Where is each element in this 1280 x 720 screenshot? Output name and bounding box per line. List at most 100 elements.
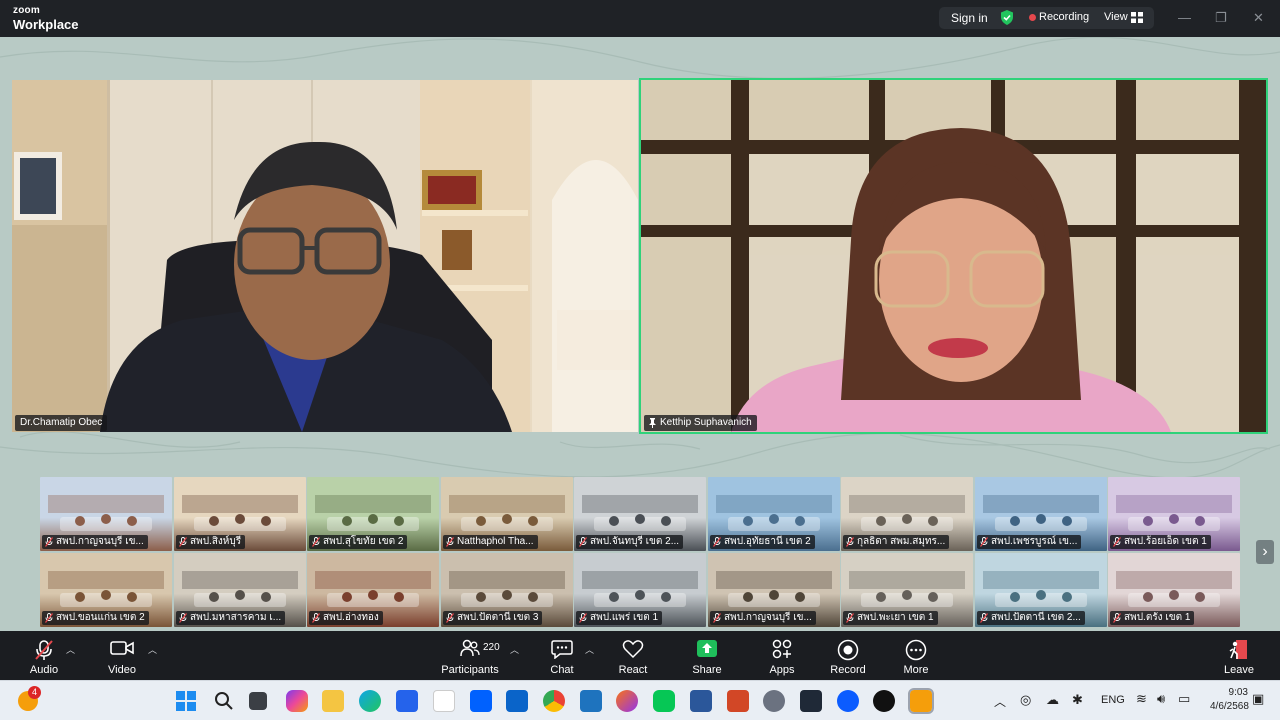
sign-in-button[interactable]: Sign in	[951, 11, 988, 25]
muted-microphone-icon	[1113, 613, 1121, 623]
gallery-video-tile[interactable]: สพป.อ่างทอง	[307, 553, 439, 627]
logo-line-zoom: zoom	[13, 5, 40, 16]
view-button[interactable]: View	[1104, 11, 1128, 23]
security-tray-icon[interactable]: ◎	[1020, 692, 1031, 708]
chat-options-caret-icon[interactable]: ︿	[585, 643, 594, 656]
edge-browser-icon[interactable]	[359, 690, 381, 712]
settings-gear-icon[interactable]	[763, 690, 785, 712]
muted-microphone-icon	[579, 613, 587, 623]
gallery-video-tile[interactable]: สพป.มหาสารคาม เ...	[174, 553, 306, 627]
task-view-icon[interactable]	[249, 692, 267, 710]
gallery-participant-name: สพป.อุทัยธานี เขต 2	[710, 535, 815, 549]
gallery-video-tile[interactable]: สพป.อุทัยธานี เขต 2	[708, 477, 840, 551]
muted-microphone-icon	[45, 537, 53, 547]
gallery-video-tile[interactable]: สพป.ปัตตานี เขต 3	[441, 553, 573, 627]
gallery-video-tile[interactable]: สพป.ตรัง เขต 1	[1108, 553, 1240, 627]
muted-microphone-icon	[446, 537, 454, 547]
encryption-shield-icon[interactable]	[1000, 10, 1014, 25]
zoom-taskbar-icon[interactable]	[837, 690, 859, 712]
gallery-name-text: สพป.พะเยา เขต 1	[857, 612, 934, 623]
gallery-video-tile[interactable]: สพป.ขอนแก่น เขต 2	[40, 553, 172, 627]
onedrive-cloud-icon[interactable]: ☁	[1046, 692, 1059, 708]
chrome-browser-icon[interactable]	[543, 690, 565, 712]
gallery-video-tile[interactable]: สพป.จันทบุรี เขต 2...	[574, 477, 706, 551]
gallery-name-text: สพป.จันทบุรี เขต 2...	[590, 536, 680, 547]
audio-button[interactable]: Audio	[22, 631, 66, 680]
gallery-video-tile[interactable]: สพป.เพชรบูรณ์ เข...	[975, 477, 1107, 551]
amazon-icon[interactable]	[433, 690, 455, 712]
participant-name-tag: Ketthip Suphavanich	[644, 415, 757, 431]
copilot-icon[interactable]	[286, 690, 308, 712]
muted-microphone-icon	[1113, 537, 1121, 547]
powerpoint-icon[interactable]	[727, 690, 749, 712]
muted-microphone-icon	[35, 640, 53, 660]
gallery-participant-name: สพป.ตรัง เขต 1	[1110, 611, 1195, 625]
gallery-video-tile[interactable]: สพป.สุโขทัย เขต 2	[307, 477, 439, 551]
maximize-button[interactable]: ❐	[1215, 10, 1227, 26]
recording-indicator[interactable]: Recording	[1039, 11, 1089, 23]
gallery-video-tile[interactable]: Natthaphol Tha...	[441, 477, 573, 551]
firefox-browser-icon[interactable]	[616, 690, 638, 712]
gallery-name-text: สพป.กาญจนบุรี เข...	[724, 612, 812, 623]
record-button[interactable]: Record	[826, 631, 870, 680]
gallery-video-tile[interactable]: สพป.พะเยา เขต 1	[841, 553, 973, 627]
participants-count: 220	[483, 642, 500, 653]
logo-line-workplace: Workplace	[13, 17, 79, 32]
gallery-video-tile[interactable]: สพป.ปัตตานี เขต 2...	[975, 553, 1107, 627]
show-hidden-icons-chevron-icon[interactable]: ︿	[994, 693, 1006, 710]
bluetooth-tray-icon[interactable]: ✱	[1072, 692, 1083, 708]
word-icon[interactable]	[690, 690, 712, 712]
gallery-video-tile[interactable]: กุลธิดา สพม.สมุทร...	[841, 477, 973, 551]
video-tile-host[interactable]: Dr.Chamatip Obec	[12, 80, 638, 432]
wifi-icon[interactable]: ≋	[1136, 691, 1147, 707]
apps-button[interactable]: Apps	[760, 631, 804, 680]
video-options-caret-icon[interactable]: ︿	[148, 643, 157, 656]
grid-view-icon[interactable]	[1131, 12, 1143, 23]
gallery-name-text: สพป.กาญจนบุรี เข...	[56, 536, 144, 547]
volume-speaker-icon[interactable]: 🔊︎	[1157, 691, 1165, 707]
video-button[interactable]: Video	[100, 631, 144, 680]
share-screen-icon	[697, 640, 717, 657]
battery-icon[interactable]: ▭	[1178, 691, 1190, 707]
gallery-video-tile[interactable]: สพป.แพร่ เขต 1	[574, 553, 706, 627]
file-explorer-icon[interactable]	[322, 690, 344, 712]
gallery-video-tile[interactable]: สพป.กาญจนบุรี เข...	[40, 477, 172, 551]
gallery-video-tile[interactable]: สพป.กาญจนบุรี เข...	[708, 553, 840, 627]
gallery-video-tile[interactable]: สพป.ร้อยเอ็ด เขต 1	[1108, 477, 1240, 551]
snipping-tool-icon[interactable]	[580, 690, 602, 712]
chat-button[interactable]: Chat	[540, 631, 584, 680]
participants-button[interactable]: Participants	[440, 631, 500, 680]
gallery-video-tile[interactable]: สพป.สิงห์บุรี	[174, 477, 306, 551]
gallery-participant-name: สพป.สุโขทัย เขต 2	[309, 535, 408, 549]
video-tile-active-speaker[interactable]: Ketthip Suphavanich	[639, 78, 1268, 434]
gallery-name-text: สพป.สิงห์บุรี	[190, 536, 242, 547]
participants-options-caret-icon[interactable]: ︿	[510, 643, 519, 656]
clock-date: 4/6/2568	[1210, 701, 1249, 712]
dropbox-icon[interactable]	[470, 690, 492, 712]
minimize-button[interactable]: —	[1178, 10, 1191, 25]
notifications-bell-icon[interactable]: ▣	[1252, 691, 1264, 707]
line-app-icon[interactable]	[653, 690, 675, 712]
gallery-participant-name: สพป.ปัตตานี เขต 2...	[977, 611, 1085, 625]
share-button[interactable]: Share	[685, 631, 729, 680]
windows-start-icon[interactable]	[176, 691, 196, 711]
title-bar: zoom Workplace Sign in Recording View — …	[0, 0, 1280, 37]
outlook-icon[interactable]	[506, 690, 528, 712]
more-button[interactable]: More	[894, 631, 938, 680]
windows-taskbar: 4 ︿ ◎ ☁ ✱ ENG ≋ 🔊︎ ▭ 9:03 4/6/2568 ▣	[0, 680, 1280, 720]
input-language-indicator[interactable]: ENG	[1101, 694, 1125, 706]
gallery-name-text: สพป.อุทัยธานี เขต 2	[724, 536, 811, 547]
react-button[interactable]: React	[611, 631, 655, 680]
audio-options-caret-icon[interactable]: ︿	[66, 643, 75, 656]
leave-button[interactable]: Leave	[1218, 631, 1260, 680]
obs-studio-icon[interactable]	[873, 690, 895, 712]
clock[interactable]: 9:03 4/6/2568	[1210, 686, 1249, 714]
search-icon[interactable]	[214, 691, 234, 711]
webex-icon[interactable]	[800, 690, 822, 712]
active-app-icon[interactable]	[908, 688, 934, 714]
video-camera-icon	[110, 641, 134, 655]
microsoft-store-icon[interactable]	[396, 690, 418, 712]
next-page-arrow-button[interactable]: ›	[1256, 540, 1274, 564]
muted-microphone-icon	[579, 537, 587, 547]
close-window-button[interactable]: ✕	[1253, 10, 1264, 26]
